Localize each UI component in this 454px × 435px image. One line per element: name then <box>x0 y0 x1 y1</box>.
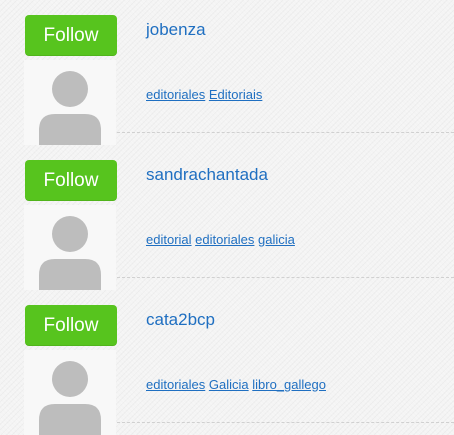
tag-link[interactable]: editoriales <box>146 87 205 102</box>
tag-link[interactable]: libro_gallego <box>252 377 326 392</box>
tag-link[interactable]: Editoriais <box>209 87 262 102</box>
username-link[interactable]: sandrachantada <box>146 165 268 185</box>
list-item: Follow sandrachantada editorial editoria… <box>0 145 454 290</box>
tag-link[interactable]: galicia <box>258 232 295 247</box>
tag-list: editoriales Galicia libro_gallego <box>146 377 326 393</box>
tag-link[interactable]: editorial <box>146 232 192 247</box>
user-placeholder-icon <box>39 216 101 290</box>
row-divider <box>117 277 454 278</box>
user-placeholder-icon <box>39 71 101 145</box>
user-follow-list: Follow jobenza editoriales Editoriais Fo… <box>0 0 454 435</box>
row-divider <box>117 132 454 133</box>
tag-link[interactable]: editoriales <box>195 232 254 247</box>
follow-button[interactable]: Follow <box>25 160 117 201</box>
follow-button[interactable]: Follow <box>25 305 117 346</box>
avatar[interactable] <box>24 60 116 145</box>
username-link[interactable]: cata2bcp <box>146 310 215 330</box>
tag-list: editorial editoriales galicia <box>146 232 295 248</box>
row-divider <box>117 422 454 423</box>
tag-list: editoriales Editoriais <box>146 87 262 103</box>
follow-button[interactable]: Follow <box>25 15 117 56</box>
user-placeholder-icon <box>39 361 101 435</box>
tag-link[interactable]: editoriales <box>146 377 205 392</box>
avatar[interactable] <box>24 350 116 435</box>
list-item: Follow jobenza editoriales Editoriais <box>0 0 454 145</box>
list-item: Follow cata2bcp editoriales Galicia libr… <box>0 290 454 435</box>
username-link[interactable]: jobenza <box>146 20 206 40</box>
avatar[interactable] <box>24 205 116 290</box>
tag-link[interactable]: Galicia <box>209 377 249 392</box>
